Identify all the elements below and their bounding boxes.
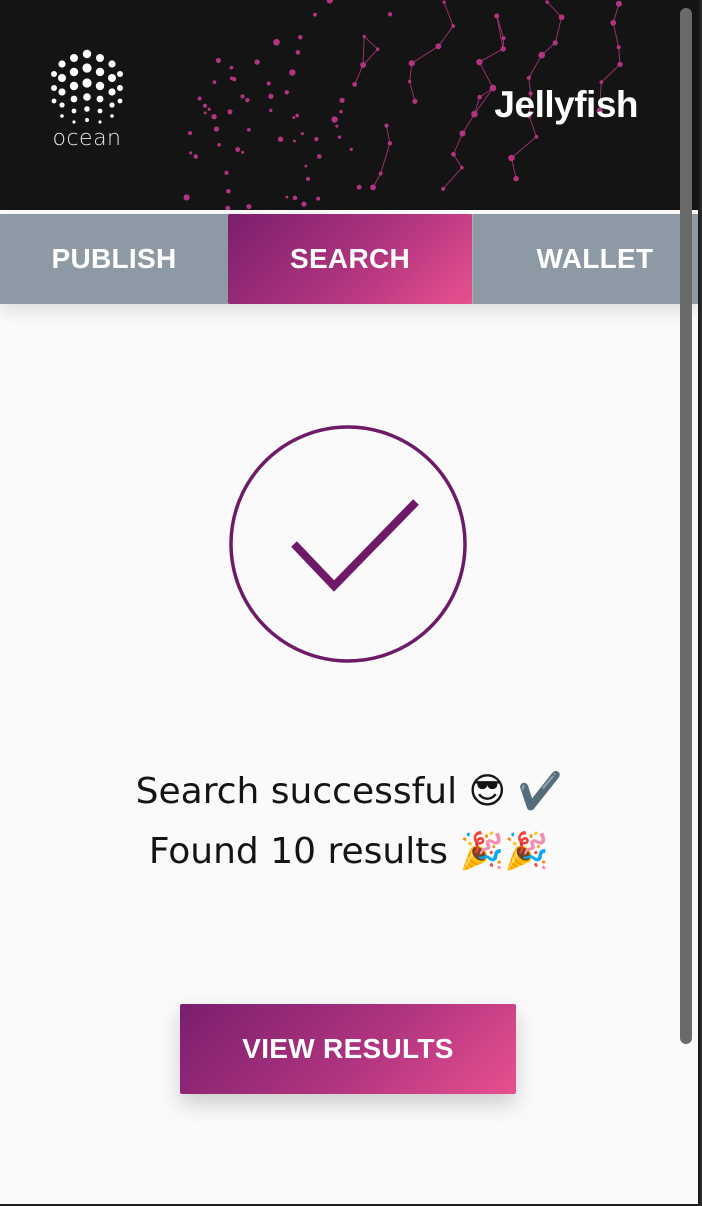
view-results-button[interactable]: VIEW RESULTS [180, 1004, 516, 1094]
tab-search[interactable]: SEARCH [228, 214, 472, 304]
checkmark-circle-icon [229, 425, 467, 663]
status-line-2: Found 10 results 🎉🎉 [0, 830, 698, 872]
app-title: Jellyfish [494, 84, 638, 125]
logo-text: ocean [52, 126, 122, 151]
app-window: ocean Jellyfish PUBLISH SEARCH WALLET Se… [0, 0, 700, 1206]
tab-bar: PUBLISH SEARCH WALLET [0, 214, 698, 304]
app-header: ocean Jellyfish [0, 0, 698, 210]
tab-publish[interactable]: PUBLISH [0, 214, 229, 304]
sunglasses-check-emoji: 😎 ✔️ [468, 771, 563, 812]
scrollbar-thumb[interactable] [680, 8, 692, 1044]
party-popper-emoji: 🎉🎉 [459, 831, 550, 872]
ocean-logo: ocean [44, 46, 130, 156]
success-checkmark [228, 424, 468, 664]
status-line-1: Search successful 😎 ✔️ [0, 770, 698, 812]
results-count-text: Found 10 results [148, 831, 449, 872]
ocean-logo-icon [51, 49, 123, 124]
status-text: Search successful [135, 771, 458, 812]
tab-wallet[interactable]: WALLET [472, 214, 698, 304]
